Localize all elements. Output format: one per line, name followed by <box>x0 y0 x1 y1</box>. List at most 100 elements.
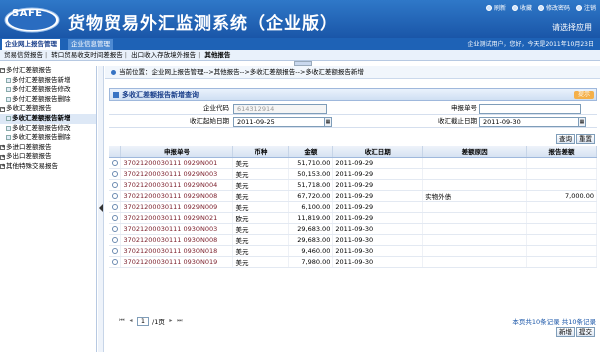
cell-report-no[interactable]: 37021200030111 0929N008 <box>120 190 234 202</box>
table-row[interactable]: 37021200030111 0929N021 欧元 11,819.00 2011-0… <box>109 212 597 224</box>
row-radio[interactable] <box>111 192 118 199</box>
row-radio[interactable] <box>111 159 118 166</box>
table-row[interactable]: 37021200030111 0929N001 美元 51,710.00 2011-0… <box>109 157 597 169</box>
prev-page-icon[interactable]: ◂ <box>128 318 134 324</box>
reset-button[interactable]: 重置 <box>576 134 595 144</box>
end-date-field[interactable]: 2011-09-30 <box>479 117 581 127</box>
sidebar-group-special[interactable]: + 其他特殊交易报告 <box>0 162 96 172</box>
row-radio[interactable] <box>111 236 118 243</box>
subnav-item-overseas-deposit[interactable]: 出口收入存放境外报告 <box>131 51 196 59</box>
cell-currency: 欧元 <box>232 212 290 224</box>
cell-diff <box>526 157 597 169</box>
breadcrumb: 当前位置：企业网上报告管理-->其他报告-->多收汇差额报告-->多收汇差额报告… <box>105 66 600 79</box>
submit-button[interactable]: 提交 <box>576 327 595 337</box>
start-date-field[interactable]: 2011-09-25 <box>233 117 327 127</box>
table-row[interactable]: 37021200030111 0930N008 美元 29,683.00 2011-0… <box>109 234 597 246</box>
query-form: 企业代码 614312914 申报单号 收汇起始日期 2011-09-25 ▦ … <box>109 102 597 128</box>
sidebar-group-more-receive[interactable]: − 多收汇差额报告 <box>0 104 96 114</box>
row-radio[interactable] <box>111 247 118 254</box>
row-radio[interactable] <box>111 181 118 188</box>
subnav-item-other[interactable]: 其他报告 <box>204 51 230 59</box>
sidebar-splitter[interactable] <box>98 66 104 352</box>
document-icon <box>6 77 11 83</box>
calendar-icon[interactable]: ▦ <box>578 117 586 127</box>
cell-amount: 67,720.00 <box>288 190 334 202</box>
refresh-link[interactable]: 刷新 <box>485 3 506 12</box>
add-button[interactable]: 新增 <box>556 327 575 337</box>
table-row[interactable]: 37021200030111 0929N008 美元 67,720.00 2011-0… <box>109 190 597 202</box>
sub-nav: 贸易信贷报告 | 转口贸易收支时间差报告 | 出口收入存放境外报告 | 其他报告 <box>0 50 600 61</box>
sidebar-item-more-pay-delete[interactable]: 多付汇差额报告删除 <box>0 95 96 105</box>
cell-date: 2011-09-30 <box>332 245 424 257</box>
sidebar-item-more-pay-add[interactable]: 多付汇差额报告新增 <box>0 76 96 86</box>
cell-report-no[interactable]: 37021200030111 0930N019 <box>120 256 234 268</box>
calendar-icon[interactable]: ▦ <box>324 117 332 127</box>
row-select-cell <box>109 168 122 180</box>
cell-report-no[interactable]: 37021200030111 0930N018 <box>120 245 234 257</box>
sidebar-item-more-pay-edit[interactable]: 多付汇差额报告修改 <box>0 85 96 95</box>
cell-reason <box>422 179 528 191</box>
app-title: 货物贸易外汇监测系统（企业版） <box>68 14 338 34</box>
page-input[interactable]: 1 <box>137 316 149 326</box>
collapse-left-icon[interactable] <box>99 204 103 212</box>
document-icon <box>6 125 11 131</box>
form-row-1: 企业代码 614312914 申报单号 <box>109 102 597 115</box>
cell-report-no[interactable]: 37021200030111 0929N003 <box>120 168 234 180</box>
sidebar-item-more-receive-delete[interactable]: 多收汇差额报告删除 <box>0 133 96 143</box>
table-row[interactable]: 37021200030111 0930N018 美元 9,460.00 2011-09… <box>109 245 597 257</box>
table-row[interactable]: 37021200030111 0930N019 美元 7,980.00 2011-09… <box>109 256 597 268</box>
cell-report-no[interactable]: 37021200030111 0930N003 <box>120 223 234 235</box>
table-row[interactable]: 37021200030111 0929N009 美元 6,100.00 2011-09… <box>109 201 597 213</box>
choose-app-link[interactable]: 请选择应用 <box>552 22 592 33</box>
cell-currency: 美元 <box>232 256 290 268</box>
cell-diff <box>526 223 597 235</box>
sidebar-group-more-import[interactable]: + 多进口差额报告 <box>0 143 96 153</box>
sidebar-group-more-pay[interactable]: − 多付汇差额报告 <box>0 66 96 76</box>
cell-amount: 11,819.00 <box>288 212 334 224</box>
cell-report-no[interactable]: 37021200030111 0929N001 <box>120 157 234 169</box>
tab-enterprise-info[interactable]: 企业信息管理 <box>68 39 113 50</box>
tab-online-report[interactable]: 企业网上报告管理 <box>2 39 60 50</box>
favorite-link[interactable]: 收藏 <box>511 3 532 12</box>
report-no-field[interactable] <box>479 104 581 114</box>
cell-diff <box>526 245 597 257</box>
cell-date: 2011-09-30 <box>332 234 424 246</box>
cell-currency: 美元 <box>232 190 290 202</box>
sidebar-item-more-receive-edit[interactable]: 多收汇差额报告修改 <box>0 124 96 134</box>
hint-badge[interactable]: 提示 <box>573 91 594 99</box>
cell-diff <box>526 179 597 191</box>
table-row[interactable]: 37021200030111 0930N003 美元 29,683.00 2011-0… <box>109 223 597 235</box>
row-radio[interactable] <box>111 225 118 232</box>
subnav-item-trade-credit[interactable]: 贸易信贷报告 <box>4 51 43 59</box>
subnav-item-entrepot[interactable]: 转口贸易收支时间差报告 <box>51 51 123 59</box>
document-icon <box>6 97 11 103</box>
star-icon <box>511 4 518 11</box>
sidebar-group-more-export[interactable]: + 多出口差额报告 <box>0 152 96 162</box>
table-row[interactable]: 37021200030111 0929N004 美元 51,718.00 2011-0… <box>109 179 597 191</box>
first-page-icon[interactable]: ⏮ <box>119 318 125 324</box>
column-header-diff: 报告差额 <box>526 146 597 158</box>
table-row[interactable]: 37021200030111 0929N003 美元 50,153.00 2011-0… <box>109 168 597 180</box>
row-select-cell <box>109 256 122 268</box>
last-page-icon[interactable]: ⏭ <box>177 318 183 324</box>
cell-currency: 美元 <box>232 234 290 246</box>
row-radio[interactable] <box>111 203 118 210</box>
cell-report-no[interactable]: 37021200030111 0929N021 <box>120 212 234 224</box>
top-links: 刷新 收藏 修改密码 注销 <box>485 3 596 12</box>
page-total: /1页 <box>152 318 165 326</box>
cell-report-no[interactable]: 37021200030111 0930N008 <box>120 234 234 246</box>
cell-report-no[interactable]: 37021200030111 0929N009 <box>120 201 234 213</box>
expand-icon: − <box>0 105 6 112</box>
cell-report-no[interactable]: 37021200030111 0929N004 <box>120 179 234 191</box>
collapse-icon: + <box>0 153 6 160</box>
logout-link[interactable]: 注销 <box>575 3 596 12</box>
row-radio[interactable] <box>111 214 118 221</box>
user-greeting: 企业测试用户，您好，今天是2011年10月23日 <box>467 41 594 48</box>
row-radio[interactable] <box>111 170 118 177</box>
cell-currency: 美元 <box>232 168 290 180</box>
row-radio[interactable] <box>111 258 118 265</box>
change-password-link[interactable]: 修改密码 <box>537 3 570 12</box>
query-button[interactable]: 查询 <box>556 134 575 144</box>
sidebar-item-more-receive-add[interactable]: 多收汇差额报告新增 <box>0 113 96 124</box>
next-page-icon[interactable]: ▸ <box>168 318 174 324</box>
